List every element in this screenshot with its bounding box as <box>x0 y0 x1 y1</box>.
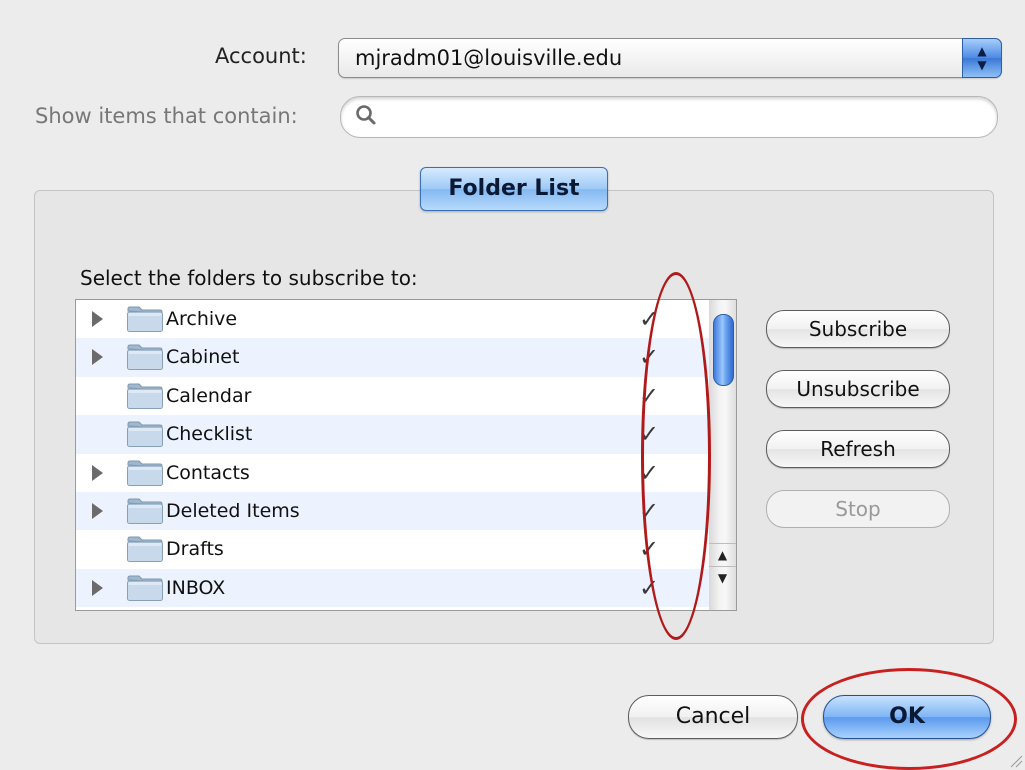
search-icon <box>356 105 376 125</box>
folder-name: INBOX <box>166 576 226 599</box>
folder-icon <box>127 383 163 409</box>
folder-name: Contacts <box>166 461 250 484</box>
folder-name: Cabinet <box>166 346 240 369</box>
folder-row[interactable]: Deleted Items ✓ <box>76 492 712 531</box>
folder-row[interactable]: Cabinet ✓ <box>76 338 712 377</box>
tab-folder-list[interactable]: Folder List <box>420 167 608 211</box>
folder-icon <box>127 536 163 563</box>
folder-name: Deleted Items <box>166 500 300 522</box>
folder-row[interactable]: Drafts ✓ <box>76 530 712 568</box>
account-value: mjradm01@louisville.edu <box>355 46 623 70</box>
disclosure-triangle-icon[interactable] <box>92 464 103 481</box>
search-label: Show items that contain: <box>35 104 298 128</box>
annotation-ring-ok <box>801 668 1017 770</box>
unsubscribe-button[interactable]: Unsubscribe <box>766 370 950 408</box>
folder-icon <box>127 575 163 601</box>
scroll-down-icon[interactable]: ▼ <box>709 566 736 589</box>
cancel-button[interactable]: Cancel <box>628 695 798 739</box>
account-label: Account: <box>215 44 307 68</box>
folder-row[interactable]: Calendar ✓ <box>76 377 712 415</box>
folder-name: Calendar <box>166 384 252 407</box>
stop-button: Stop <box>766 490 950 528</box>
disclosure-triangle-icon[interactable] <box>92 349 103 366</box>
folder-icon <box>127 498 163 524</box>
subscribe-button[interactable]: Subscribe <box>766 310 950 348</box>
folder-row[interactable]: Contacts ✓ <box>76 454 712 492</box>
folder-icon <box>127 460 163 486</box>
folder-name: Drafts <box>166 538 224 561</box>
folder-row[interactable]: INBOX ✓ <box>76 568 712 608</box>
folder-icon <box>127 344 163 371</box>
scroll-thumb[interactable] <box>713 314 734 386</box>
refresh-button[interactable]: Refresh <box>766 430 950 468</box>
folder-list[interactable]: Archive ✓ Cabinet ✓ Calendar ✓ Checklist ✓ Conta… <box>75 299 713 611</box>
folder-name: Archive <box>166 308 238 330</box>
disclosure-triangle-icon[interactable] <box>92 503 103 519</box>
folder-row[interactable]: Archive ✓ <box>76 300 712 338</box>
folder-icon <box>127 306 163 332</box>
resize-grip-icon[interactable] <box>1009 754 1023 768</box>
search-input[interactable] <box>340 96 998 138</box>
account-popup[interactable]: mjradm01@louisville.edu ▲ ▼ <box>338 38 1002 78</box>
folder-icon <box>127 421 163 448</box>
scroll-up-icon[interactable]: ▲ <box>709 543 736 566</box>
list-scrollbar[interactable]: ▲ ▼ <box>709 299 737 611</box>
annotation-ring-checkmarks <box>641 272 711 640</box>
folder-row[interactable]: Checklist ✓ <box>76 415 712 454</box>
disclosure-triangle-icon[interactable] <box>92 579 103 596</box>
list-instruction: Select the folders to subscribe to: <box>80 266 418 290</box>
disclosure-triangle-icon[interactable] <box>92 311 103 327</box>
popup-stepper-icon: ▲ ▼ <box>962 38 1002 78</box>
folder-name: Checklist <box>166 423 253 446</box>
